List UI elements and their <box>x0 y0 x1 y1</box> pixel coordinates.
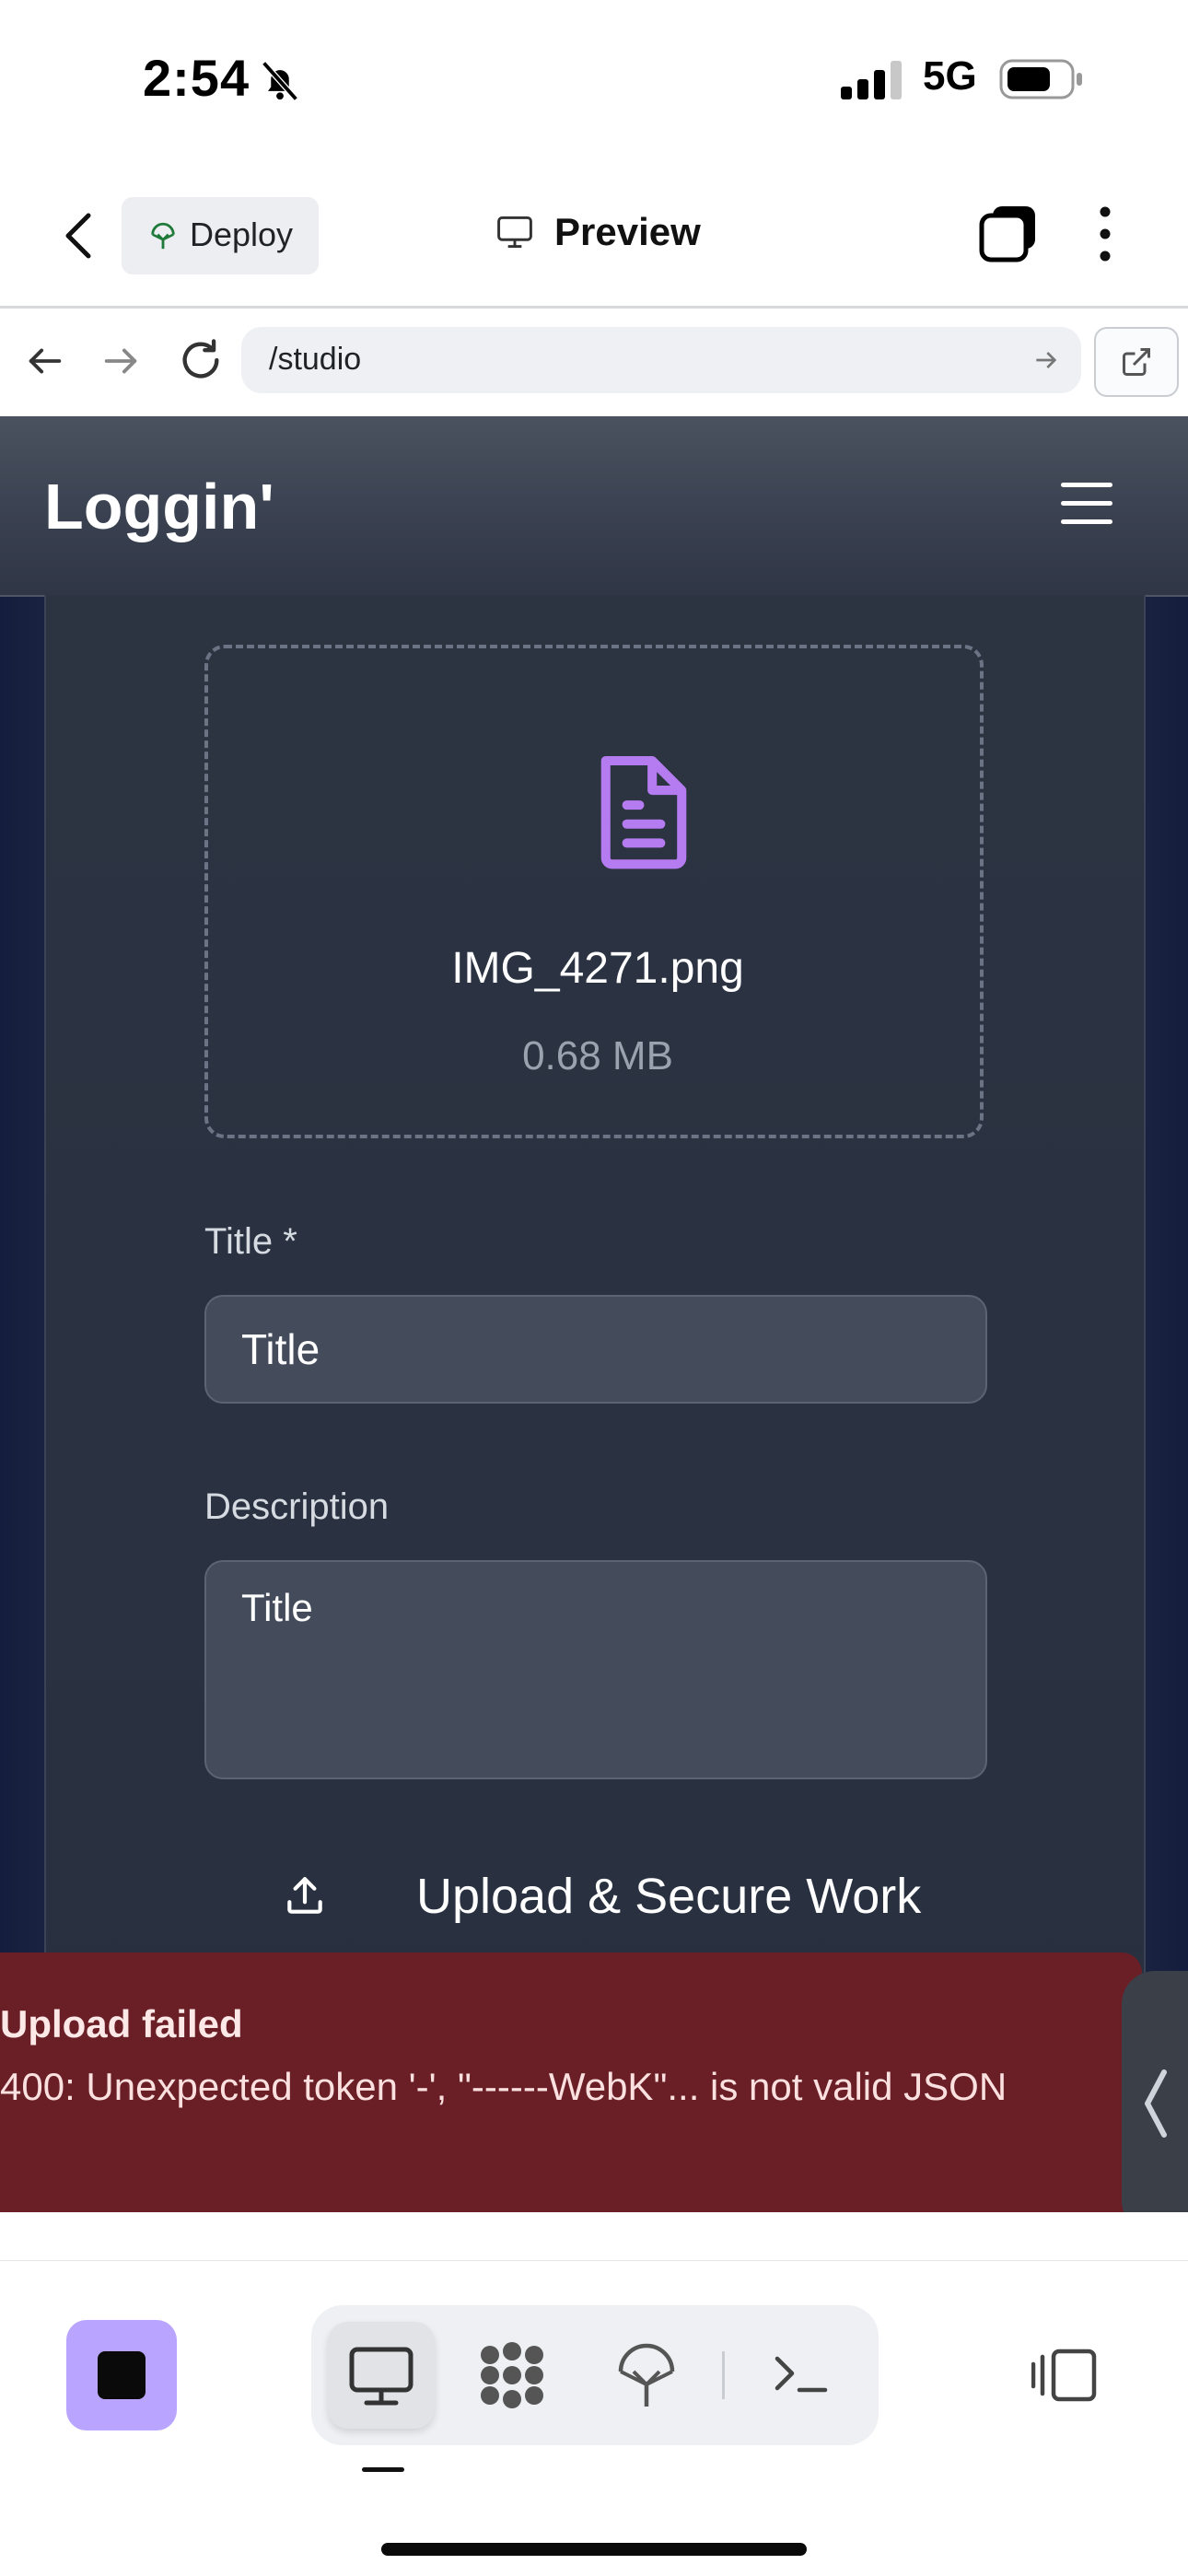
title-input[interactable]: Title <box>204 1295 987 1404</box>
deploy-view-button[interactable] <box>593 2322 700 2429</box>
bottom-toolbar <box>0 2260 1188 2576</box>
preview-label: Preview <box>554 210 701 253</box>
more-options-icon[interactable] <box>1096 204 1114 268</box>
tabs-switcher-icon[interactable] <box>978 204 1037 268</box>
description-textarea[interactable]: Title <box>204 1560 987 1779</box>
upload-button-label: Upload & Secure Work <box>416 1869 922 1924</box>
hamburger-menu-icon[interactable] <box>1061 483 1112 525</box>
deploy-icon <box>618 2343 675 2407</box>
chevron-left-icon <box>1145 2069 1167 2138</box>
monitor-icon <box>494 212 536 257</box>
web-preview: Loggin' IMG_4271.png 0.68 MB Title * Tit… <box>0 416 1188 2212</box>
description-label: Description <box>204 1486 390 1527</box>
description-value: Title <box>241 1586 313 1629</box>
monitor-icon <box>349 2347 413 2406</box>
go-arrow-icon[interactable] <box>1031 345 1061 379</box>
document-icon <box>593 750 694 878</box>
grid-blobs-icon <box>481 2342 543 2408</box>
toolbar-divider <box>722 2351 725 2399</box>
browser-url-bar: /studio <box>0 309 1188 418</box>
stop-button[interactable] <box>66 2320 177 2430</box>
terminal-button[interactable] <box>748 2322 855 2429</box>
side-panel-handle[interactable] <box>1122 1971 1188 2212</box>
split-view-icon[interactable] <box>1031 2346 1098 2409</box>
active-tab-indicator <box>362 2467 404 2472</box>
open-external-button[interactable] <box>1094 327 1179 397</box>
title-label: Title * <box>204 1221 297 1262</box>
site-header: Loggin' <box>0 416 1188 597</box>
battery-icon <box>999 59 1084 104</box>
reload-icon[interactable] <box>177 336 225 389</box>
browser-forward-icon[interactable] <box>99 340 142 387</box>
status-bar: 2:54 5G <box>0 0 1188 166</box>
upload-secure-button[interactable]: Upload & Secure Work <box>282 1860 982 1940</box>
toast-title: Upload failed <box>0 2002 243 2046</box>
error-toast[interactable]: Upload failed 400: Unexpected token '-',… <box>0 1952 1142 2212</box>
deploy-button[interactable]: Deploy <box>122 197 319 274</box>
stop-icon <box>98 2351 146 2399</box>
status-time: 2:54 <box>143 49 250 107</box>
preview-view-button[interactable] <box>328 2322 435 2429</box>
view-segmented-control <box>311 2305 879 2445</box>
url-input[interactable]: /studio <box>241 327 1081 393</box>
title-input-value: Title <box>241 1325 320 1373</box>
file-dropzone[interactable]: IMG_4271.png 0.68 MB <box>204 645 984 1138</box>
url-text: /studio <box>269 342 362 377</box>
site-logo[interactable]: Loggin' <box>44 470 274 543</box>
cellular-signal-icon <box>841 59 907 104</box>
bell-muted-icon <box>256 57 304 110</box>
terminal-icon <box>775 2356 828 2393</box>
deploy-icon <box>147 219 179 257</box>
deploy-label: Deploy <box>190 216 294 253</box>
home-indicator <box>381 2543 807 2556</box>
upload-icon <box>282 1873 328 1924</box>
file-size: 0.68 MB <box>522 1033 673 1078</box>
back-button[interactable] <box>57 206 101 265</box>
toast-message: 400: Unexpected token '-', "------WebK".… <box>0 2065 1007 2108</box>
app-navigation-bar: Deploy Preview <box>0 166 1188 309</box>
workspace-button[interactable] <box>459 2322 565 2429</box>
file-name: IMG_4271.png <box>451 944 744 993</box>
browser-back-icon[interactable] <box>24 340 66 387</box>
open-external-icon <box>1123 348 1150 376</box>
network-type: 5G <box>923 53 977 99</box>
